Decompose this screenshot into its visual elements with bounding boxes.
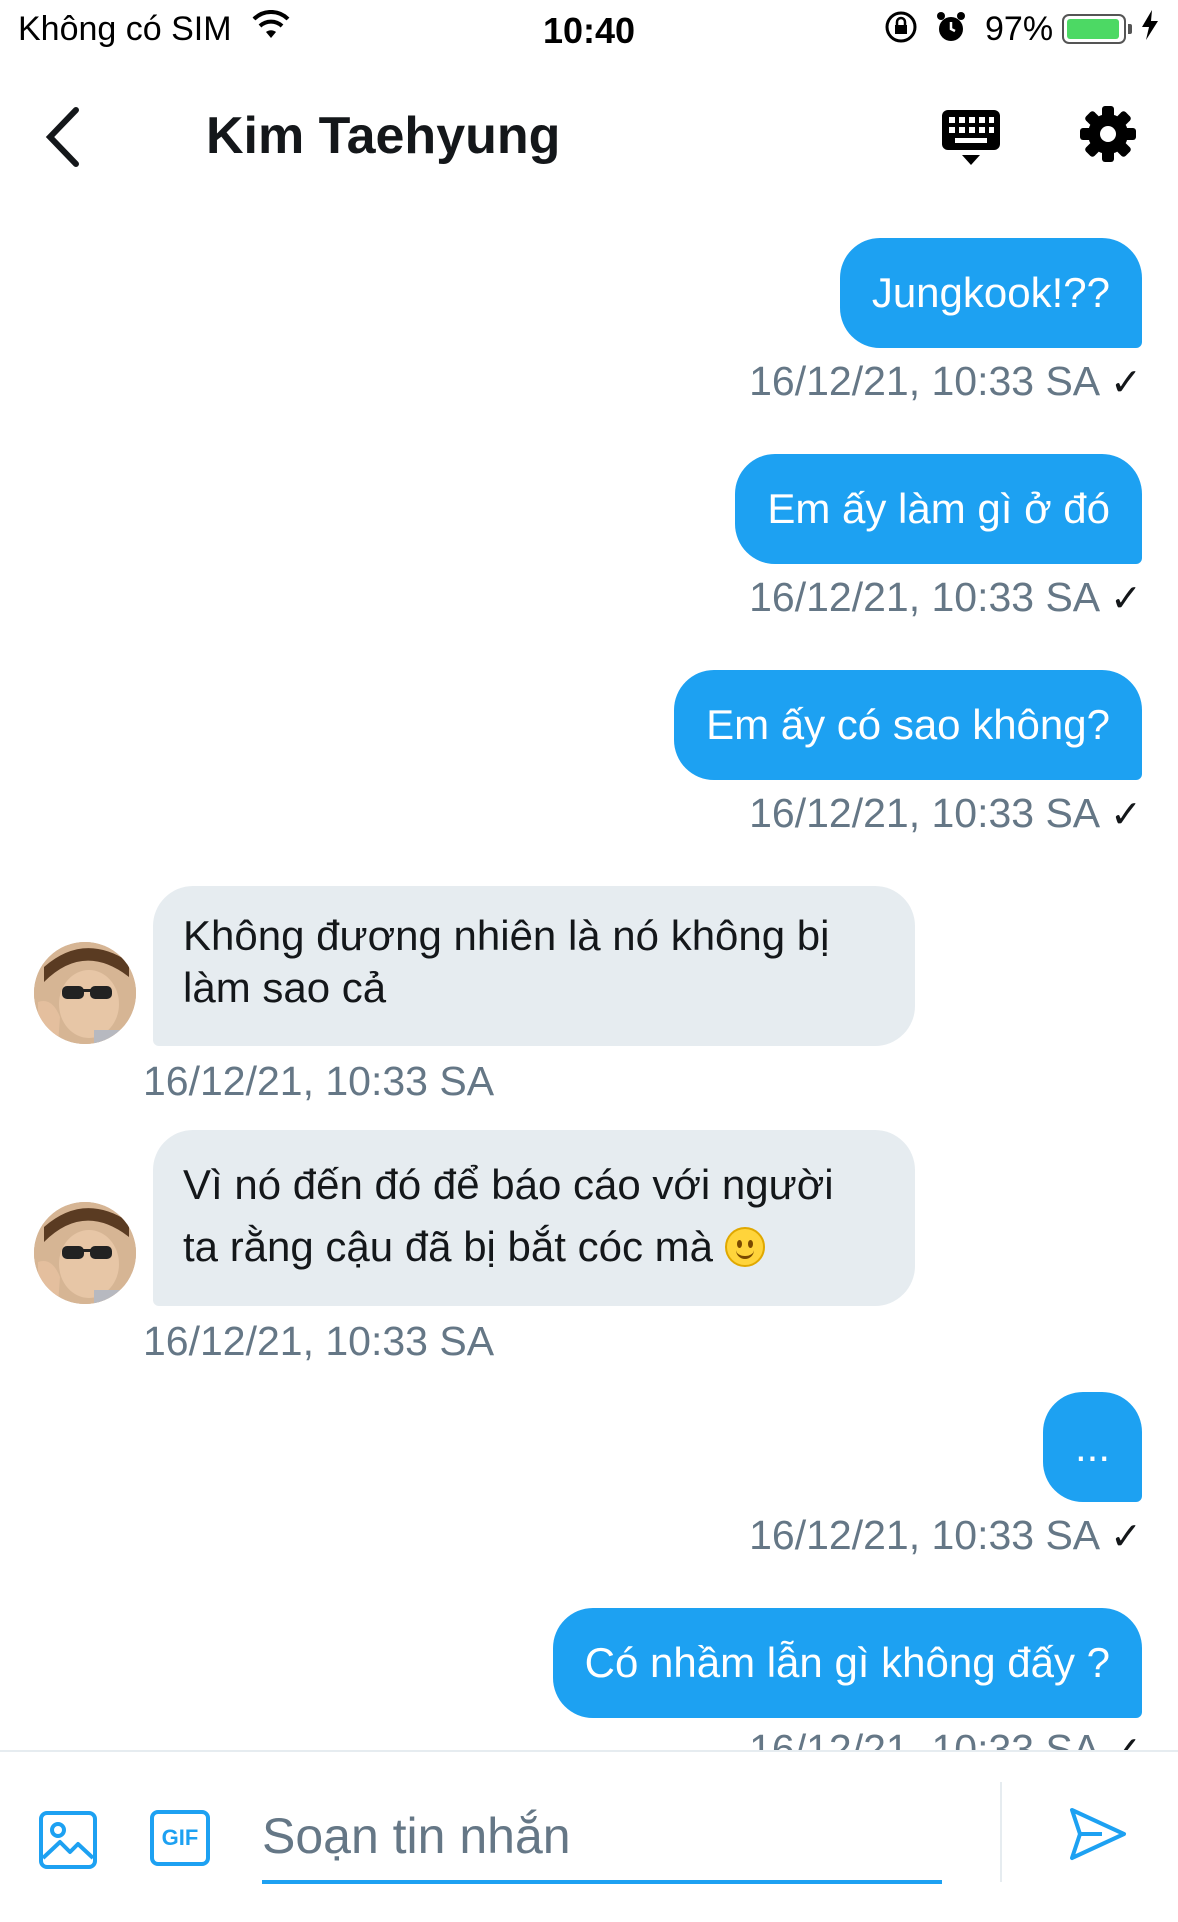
image-icon <box>39 1811 97 1869</box>
message-timestamp: 16/12/21, 10:33 SA✓ <box>749 790 1142 837</box>
timestamp-text: 16/12/21, 10:33 SA <box>749 574 1101 620</box>
status-bar: Không có SIM 10:40 97% <box>0 0 1178 62</box>
avatar-photo <box>34 942 136 1044</box>
send-button[interactable] <box>1068 1804 1128 1864</box>
message-line: Không đương nhiên là nó không bị <box>183 912 830 959</box>
add-image-button[interactable] <box>38 1810 98 1870</box>
check-icon: ✓ <box>1110 794 1142 836</box>
check-icon: ✓ <box>1110 1516 1142 1558</box>
timestamp-text: 16/12/21, 10:33 SA <box>749 1512 1101 1558</box>
outgoing-message[interactable]: Jungkook!?? <box>839 238 1142 348</box>
rotation-lock-icon <box>884 10 918 53</box>
outgoing-message[interactable]: ... <box>1042 1392 1142 1502</box>
back-button[interactable] <box>40 102 90 172</box>
avatar[interactable] <box>34 942 136 1044</box>
timestamp-text: 16/12/21, 10:33 SA <box>749 358 1101 404</box>
outgoing-message[interactable]: Có nhầm lẫn gì không đấy ? <box>552 1608 1142 1718</box>
message-timestamp: 16/12/21, 10:33 SA <box>143 1318 495 1364</box>
outgoing-message[interactable]: Em ấy có sao không? <box>674 670 1142 780</box>
message-timestamp: 16/12/21, 10:33 SA <box>143 1058 495 1104</box>
charging-icon <box>1140 8 1160 50</box>
divider <box>1000 1782 1002 1882</box>
page-title: Kim Taehyung <box>206 107 561 165</box>
gear-icon <box>1080 106 1136 162</box>
slightly-smiling-face-icon <box>724 1227 765 1267</box>
incoming-message[interactable]: Không đương nhiên là nó không bị làm sao… <box>153 886 915 1046</box>
battery-percent: 97% <box>985 10 1054 48</box>
keyboard-icon <box>942 110 1000 165</box>
incoming-message[interactable]: Vì nó đến đó để báo cáo với người ta rằn… <box>153 1130 915 1306</box>
message-timestamp: 16/12/21, 10:33 SA✓ <box>749 574 1142 621</box>
message-line: làm sao cả <box>183 964 387 1011</box>
message-line-wrap: ta rằng cậu đã bị bắt cóc mà <box>183 1216 885 1278</box>
battery-icon <box>1062 14 1132 44</box>
message-timestamp: 16/12/21, 10:33 SA✓ <box>749 1512 1142 1559</box>
check-icon: ✓ <box>1110 578 1142 620</box>
message-line: ta rằng cậu đã bị bắt cóc mà <box>183 1223 713 1270</box>
chevron-left-icon <box>45 107 79 167</box>
alarm-icon <box>934 10 968 53</box>
conversation-header: Kim Taehyung <box>0 62 1178 212</box>
timestamp-text: 16/12/21, 10:33 SA <box>749 790 1101 836</box>
send-icon <box>1070 1808 1126 1860</box>
keyboard-button[interactable] <box>940 108 1002 168</box>
avatar-photo <box>34 1202 136 1304</box>
check-icon: ✓ <box>1110 362 1142 404</box>
message-timestamp: 16/12/21, 10:33 SA✓ <box>749 358 1142 405</box>
compose-input[interactable] <box>262 1792 942 1884</box>
message-line: Vì nó đến đó để báo cáo với người <box>183 1161 834 1208</box>
message-composer: GIF <box>0 1750 1178 1922</box>
outgoing-message[interactable]: Em ấy làm gì ở đó <box>735 454 1142 564</box>
settings-button[interactable] <box>1078 104 1138 164</box>
avatar[interactable] <box>34 1202 136 1304</box>
gif-button[interactable]: GIF <box>150 1810 210 1866</box>
battery-fill <box>1067 19 1120 39</box>
